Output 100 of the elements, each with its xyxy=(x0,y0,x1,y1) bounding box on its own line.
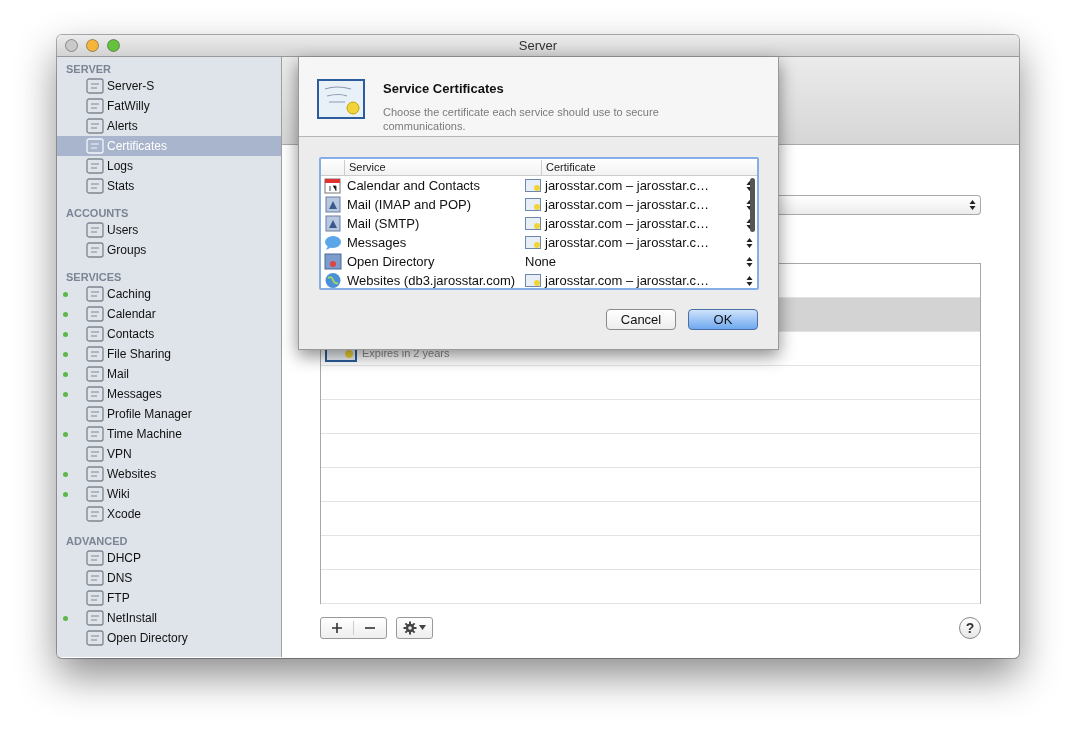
sidebar-item[interactable]: Websites xyxy=(57,464,281,484)
minimize-button[interactable] xyxy=(86,39,99,52)
tile-icon xyxy=(86,550,104,566)
tile-icon xyxy=(86,366,104,382)
tile-icon xyxy=(86,138,104,154)
zoom-button[interactable] xyxy=(107,39,120,52)
tile-icon xyxy=(86,346,104,362)
help-button[interactable]: ? xyxy=(959,616,981,639)
certificate-popup[interactable]: jarosstar.com – jarosstar.c… xyxy=(521,270,757,291)
gear-icon xyxy=(403,620,417,635)
tile-icon xyxy=(86,426,104,442)
popup-menu[interactable] xyxy=(779,195,981,215)
tile-icon xyxy=(86,222,104,238)
stamp-icon xyxy=(324,196,342,213)
tile-icon xyxy=(86,286,104,302)
caret-icon xyxy=(419,625,426,630)
sidebar-item[interactable]: DHCP xyxy=(57,548,281,568)
stepper-arrows-icon xyxy=(969,199,976,211)
tile-icon xyxy=(86,242,104,258)
tile-icon xyxy=(86,590,104,606)
stepper-arrows-icon xyxy=(746,274,753,287)
sidebar-item[interactable]: Messages xyxy=(57,384,281,404)
sidebar-item[interactable]: Profile Manager xyxy=(57,404,281,424)
tile-icon xyxy=(86,386,104,402)
certificate-popup[interactable]: jarosstar.com – jarosstar.c… xyxy=(521,213,757,234)
certificate-popup[interactable]: None xyxy=(521,251,757,272)
action-menu-button[interactable] xyxy=(396,616,433,639)
calendar-icon xyxy=(324,177,342,194)
service-name: Mail (IMAP and POP) xyxy=(347,195,473,214)
scroll-indicator[interactable] xyxy=(750,178,755,232)
tile-icon xyxy=(86,98,104,114)
sidebar-item[interactable]: Logs xyxy=(57,156,281,176)
column-header[interactable]: Service xyxy=(344,160,541,175)
sidebar-item[interactable]: Caching xyxy=(57,284,281,304)
sidebar-item[interactable]: Mail xyxy=(57,364,281,384)
sheet-title: Service Certificates xyxy=(383,80,505,98)
sidebar-item[interactable]: Time Machine xyxy=(57,424,281,444)
sidebar-item[interactable]: FatWilly xyxy=(57,96,281,116)
stepper-arrows-icon xyxy=(746,255,753,268)
section-header: SERVICES xyxy=(65,270,123,284)
sidebar-item[interactable]: Alerts xyxy=(57,116,281,136)
stepper-arrows-icon xyxy=(746,198,753,211)
sidebar-item[interactable]: Xcode xyxy=(57,504,281,524)
sidebar-item[interactable]: DNS xyxy=(57,568,281,588)
stepper-arrows-icon xyxy=(746,217,753,230)
sidebar-item[interactable]: VPN xyxy=(57,444,281,464)
section-header: ACCOUNTS xyxy=(65,206,130,220)
certificate-popup[interactable]: jarosstar.com – jarosstar.c… xyxy=(521,194,757,215)
service-name: Calendar and Contacts xyxy=(347,176,481,195)
certificate-popup[interactable]: jarosstar.com – jarosstar.c… xyxy=(521,175,757,196)
tile-icon xyxy=(86,118,104,134)
sidebar-item[interactable]: Users xyxy=(57,220,281,240)
certificate-icon xyxy=(525,198,541,211)
globe-icon xyxy=(324,272,342,289)
certificate-icon xyxy=(525,217,541,230)
stepper-arrows-icon xyxy=(746,179,753,192)
tile-icon xyxy=(86,610,104,626)
tile-icon xyxy=(86,158,104,174)
chat-bubble-icon xyxy=(324,234,342,251)
certificate-icon xyxy=(525,179,541,192)
sidebar-item[interactable]: Stats xyxy=(57,176,281,196)
sidebar-item[interactable]: Open Directory xyxy=(57,628,281,648)
sidebar-item[interactable]: File Sharing xyxy=(57,344,281,364)
tile-icon xyxy=(86,570,104,586)
section-header: SERVER xyxy=(65,62,113,76)
sheet-description: Choose the certificate each service should use to secure communications. xyxy=(383,104,660,133)
column-header[interactable]: Certificate xyxy=(541,160,757,175)
certificate-icon xyxy=(525,274,541,287)
directory-icon xyxy=(324,253,342,270)
close-button[interactable] xyxy=(65,39,78,52)
tile-icon xyxy=(86,178,104,194)
tile-icon xyxy=(86,78,104,94)
stepper-arrows-icon xyxy=(746,236,753,249)
tile-icon xyxy=(86,466,104,482)
service-name: Websites (db3.jarosstar.com) xyxy=(347,271,517,290)
sidebar-item[interactable]: NetInstall xyxy=(57,608,281,628)
sidebar-item[interactable]: Calendar xyxy=(57,304,281,324)
service-name: Mail (SMTP) xyxy=(347,214,421,233)
tile-icon xyxy=(86,306,104,322)
tile-icon xyxy=(86,326,104,342)
sidebar-item[interactable]: Groups xyxy=(57,240,281,260)
section-header: ADVANCED xyxy=(65,534,129,548)
certificate-icon xyxy=(525,236,541,249)
sidebar-item[interactable]: FTP xyxy=(57,588,281,608)
sidebar-item[interactable]: Wiki xyxy=(57,484,281,504)
tile-icon xyxy=(86,406,104,422)
tile-icon xyxy=(86,506,104,522)
tile-icon xyxy=(86,446,104,462)
tile-icon xyxy=(86,630,104,646)
sidebar-item[interactable]: Contacts xyxy=(57,324,281,344)
tile-icon xyxy=(86,486,104,502)
certificate-icon xyxy=(317,79,365,119)
certificate-popup[interactable]: jarosstar.com – jarosstar.c… xyxy=(521,232,757,253)
cancel-button[interactable]: Cancel xyxy=(606,309,676,330)
plus-icon xyxy=(331,621,343,634)
sidebar-item[interactable]: Server-S xyxy=(57,76,281,96)
stamp-icon xyxy=(324,215,342,232)
service-name: Open Directory xyxy=(347,252,436,271)
ok-button[interactable]: OK xyxy=(688,309,758,330)
service-name: Messages xyxy=(347,233,408,252)
